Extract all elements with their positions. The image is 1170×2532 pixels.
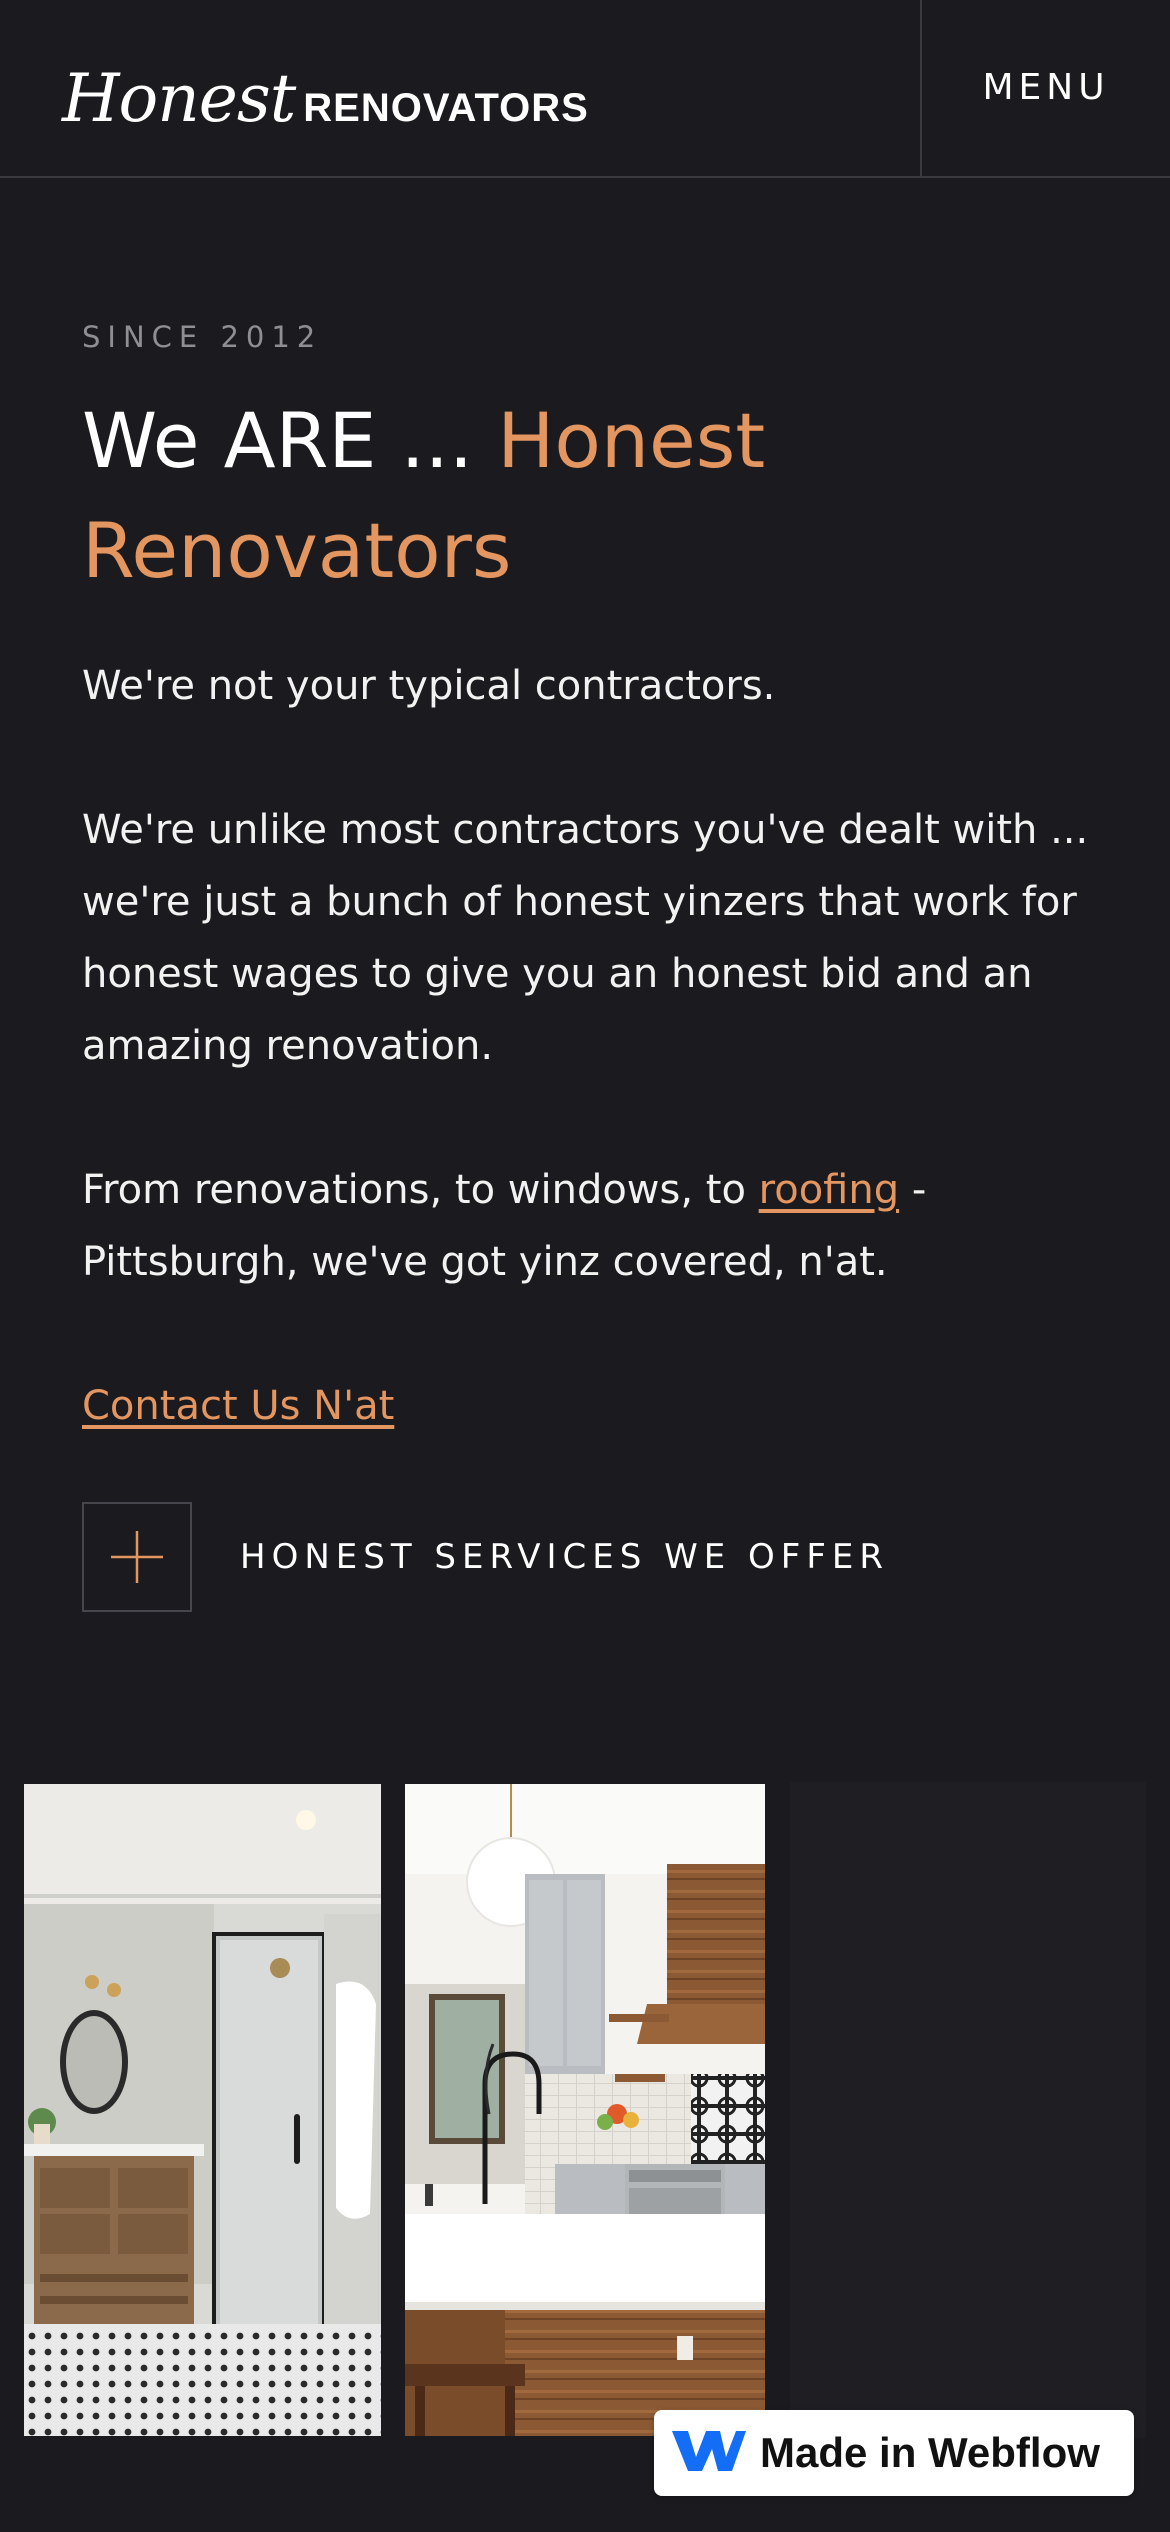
page-title: We ARE ... Honest Renovators	[82, 386, 1092, 606]
bathroom-photo	[24, 1784, 381, 2436]
kitchen-photo	[405, 1784, 765, 2436]
hero-section: SINCE 2012 We ARE ... Honest Renovators …	[82, 320, 1092, 1612]
services-label: HONEST SERVICES WE OFFER	[240, 1537, 890, 1577]
intro-paragraph: We're not your typical contractors.	[82, 663, 776, 709]
webflow-logo-icon	[670, 2425, 746, 2481]
since-label: SINCE 2012	[82, 320, 323, 354]
logo-caps-text: RENOVATORS	[303, 86, 589, 130]
services-paragraph: From renovations, to windows, to roofing…	[82, 1154, 1092, 1298]
contact-link[interactable]: Contact Us N'at	[82, 1370, 394, 1442]
site-logo[interactable]: Honest RENOVATORS	[62, 60, 589, 137]
description-paragraph: We're unlike most contractors you've dea…	[82, 807, 1089, 1069]
services-toggle[interactable]: HONEST SERVICES WE OFFER	[82, 1502, 1092, 1612]
menu-button[interactable]: MENU	[922, 0, 1170, 178]
made-in-webflow-badge[interactable]: Made in Webflow	[654, 2410, 1134, 2496]
logo-script-text: Honest	[62, 60, 296, 137]
title-plain: We ARE ...	[82, 396, 498, 485]
badge-label: Made in Webflow	[760, 2429, 1100, 2476]
plus-icon[interactable]	[82, 1502, 192, 1612]
services-paragraph-start: From renovations, to windows, to	[82, 1167, 759, 1213]
gallery-placeholder	[790, 1782, 1146, 2438]
site-header: Honest RENOVATORS MENU	[0, 0, 1170, 178]
photo-gallery	[0, 1782, 1170, 2442]
roofing-link[interactable]: roofing	[759, 1167, 899, 1213]
